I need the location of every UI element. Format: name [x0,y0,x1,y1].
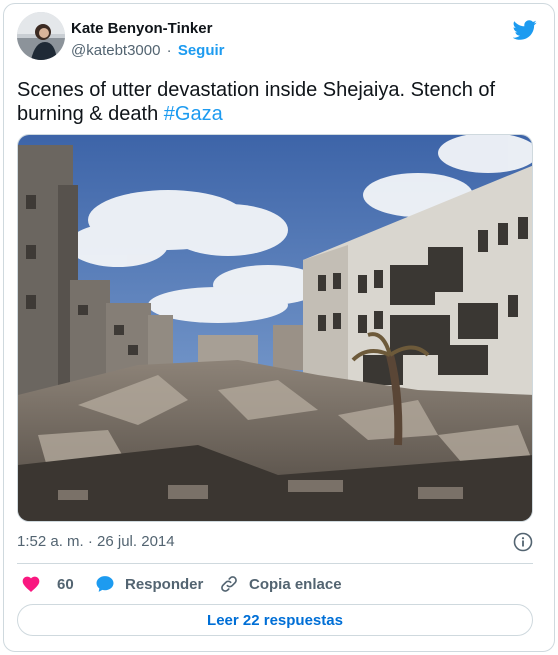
like-button[interactable]: 60 [21,570,74,598]
hashtag-link[interactable]: #Gaza [164,103,223,125]
handle-line: @katebt3000 · Seguir [71,41,225,61]
tweet-header: Kate Benyon-Tinker @katebt3000 · Seguir [17,12,537,64]
copy-link-button[interactable]: Copia enlace [219,570,342,598]
author-handle[interactable]: @katebt3000 [71,42,160,59]
speech-bubble-icon [96,576,114,592]
link-icon [221,576,237,592]
copy-label: Copia enlace [249,575,342,593]
heart-icon [22,576,40,592]
read-replies-button[interactable]: Leer 22 respuestas [17,604,533,636]
tweet-meta: 1:52 a. m. · 26 jul. 2014 [17,532,533,554]
separator: · [166,42,172,59]
divider [17,563,533,564]
reply-label: Responder [125,575,204,593]
reply-button[interactable]: Responder [95,570,203,598]
action-bar: 60 Responder Copia enlace [17,570,533,598]
tweet-photo[interactable] [17,134,533,522]
author-name[interactable]: Kate Benyon-Tinker [71,20,225,38]
twitter-bird-icon[interactable] [513,18,537,42]
tweet-body: Scenes of utter devastation inside Sheja… [17,79,496,125]
info-icon[interactable] [513,532,533,552]
timestamp-link[interactable]: 1:52 a. m. · 26 jul. 2014 [17,533,175,550]
follow-button[interactable]: Seguir [178,42,225,59]
avatar[interactable] [17,12,65,60]
like-count: 60 [57,575,74,593]
tweet-text: Scenes of utter devastation inside Sheja… [17,78,517,126]
author-block: Kate Benyon-Tinker @katebt3000 · Seguir [71,20,225,61]
